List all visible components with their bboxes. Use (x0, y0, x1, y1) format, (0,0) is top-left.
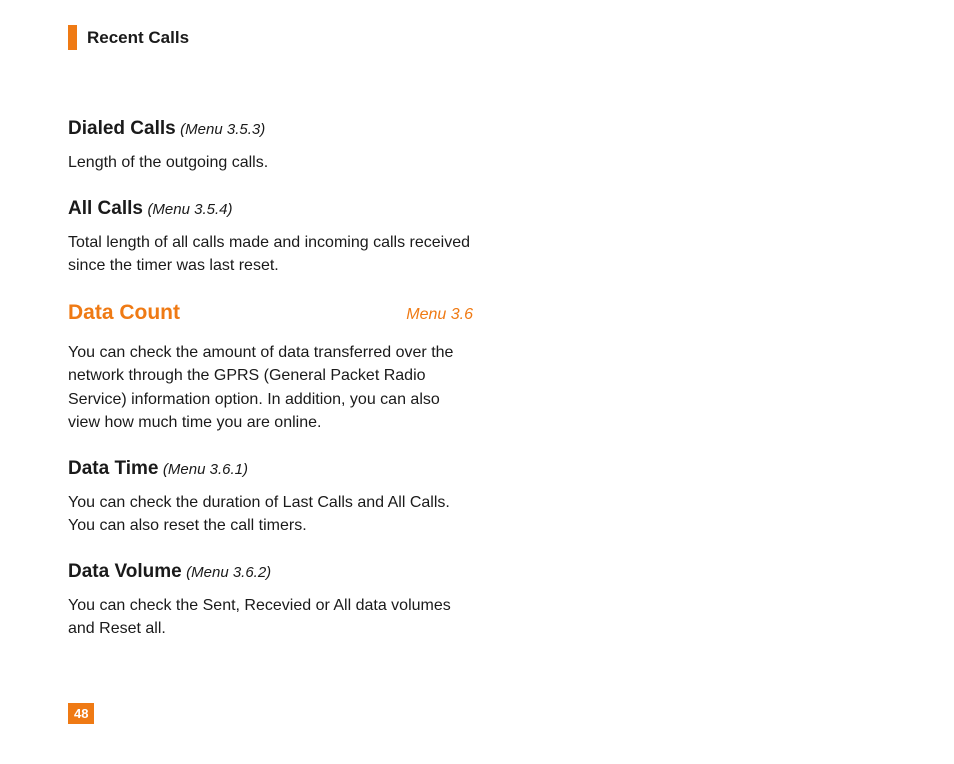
section-menu-ref: (Menu 3.6.1) (163, 461, 248, 478)
major-section-body: You can check the amount of data transfe… (68, 341, 473, 434)
section-menu-ref: (Menu 3.5.4) (147, 201, 232, 218)
page-header: Recent Calls (68, 25, 954, 50)
page-number-badge: 48 (68, 703, 94, 724)
major-section-heading-data-count: Data Count Menu 3.6 (68, 301, 473, 325)
section-heading-data-volume: Data Volume (Menu 3.6.2) (68, 561, 473, 584)
section-heading-dialed-calls: Dialed Calls (Menu 3.5.3) (68, 118, 473, 141)
section-title: Dialed Calls (68, 118, 176, 139)
manual-page: Recent Calls Dialed Calls (Menu 3.5.3) L… (0, 0, 954, 764)
section-menu-ref: (Menu 3.6.2) (186, 564, 271, 581)
section-heading-all-calls: All Calls (Menu 3.5.4) (68, 198, 473, 221)
major-section-menu-ref: Menu 3.6 (406, 306, 473, 324)
major-section-title: Data Count (68, 301, 180, 325)
section-body: Total length of all calls made and incom… (68, 231, 473, 277)
section-title: Data Time (68, 458, 158, 479)
header-accent-bar (68, 25, 77, 50)
page-header-title: Recent Calls (87, 28, 189, 48)
section-body: You can check the duration of Last Calls… (68, 491, 473, 537)
section-body: Length of the outgoing calls. (68, 151, 473, 174)
section-title: All Calls (68, 198, 143, 219)
page-content: Dialed Calls (Menu 3.5.3) Length of the … (68, 118, 473, 640)
section-heading-data-time: Data Time (Menu 3.6.1) (68, 458, 473, 481)
section-body: You can check the Sent, Recevied or All … (68, 594, 473, 640)
section-title: Data Volume (68, 561, 182, 582)
section-menu-ref: (Menu 3.5.3) (180, 121, 265, 138)
